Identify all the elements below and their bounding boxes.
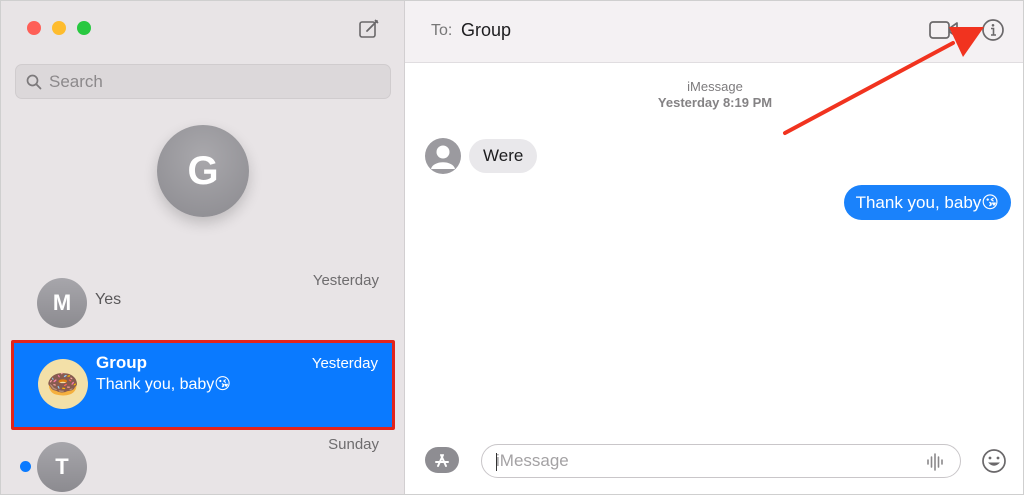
- minimize-window-button[interactable]: [52, 21, 66, 35]
- conversation-preview: Thank you, baby😘: [96, 376, 231, 393]
- recipient-name[interactable]: Group: [461, 20, 511, 41]
- message-input[interactable]: [496, 445, 916, 477]
- conversation-preview: Yes: [95, 291, 122, 308]
- emoji-icon[interactable]: [981, 448, 1007, 479]
- zoom-window-button[interactable]: [77, 21, 91, 35]
- incoming-message-bubble[interactable]: Were: [469, 139, 538, 173]
- conversation-item[interactable]: T Sunday: [13, 433, 393, 494]
- conversation-item[interactable]: M Yes Yesterday: [13, 269, 393, 339]
- audio-message-icon[interactable]: [926, 452, 946, 477]
- to-label: To:: [431, 22, 453, 39]
- close-window-button[interactable]: [27, 21, 41, 35]
- avatar: T: [37, 442, 87, 492]
- sender-avatar: [425, 138, 461, 174]
- person-icon: [431, 145, 455, 169]
- search-field[interactable]: [15, 64, 391, 99]
- conversation-time: Yesterday: [311, 355, 378, 372]
- avatar: 🍩: [38, 359, 88, 409]
- sidebar: G M Yes Yesterday 🍩 Group Thank you, bab…: [1, 1, 405, 494]
- pinned-conversation-avatar[interactable]: G: [157, 125, 249, 217]
- conversation-name: Group: [96, 353, 147, 372]
- conversation-time: Sunday: [328, 436, 379, 453]
- avatar: M: [37, 278, 87, 328]
- conversation-item-group-selected[interactable]: 🍩 Group Thank you, baby😘 Yesterday: [11, 340, 395, 430]
- unread-indicator: [20, 461, 31, 472]
- compose-icon[interactable]: [358, 18, 380, 40]
- app-store-icon: [435, 454, 449, 467]
- app-store-button[interactable]: [425, 447, 459, 473]
- outgoing-message-bubble[interactable]: Thank you, baby😘: [843, 185, 1011, 220]
- annotation-arrow: [783, 27, 984, 135]
- search-input[interactable]: [49, 65, 379, 98]
- conversation-time: Yesterday: [312, 272, 379, 289]
- messages-window: G M Yes Yesterday 🍩 Group Thank you, bab…: [0, 0, 1024, 495]
- search-icon: [26, 74, 42, 90]
- message-composer[interactable]: [481, 444, 961, 478]
